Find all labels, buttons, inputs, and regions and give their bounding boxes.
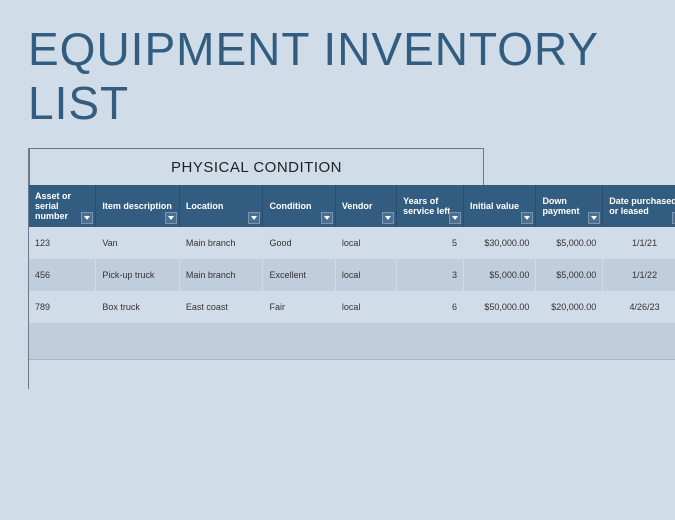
cell-years: 5 bbox=[397, 227, 464, 259]
col-label: Years of service left bbox=[403, 196, 450, 216]
section-header: PHYSICAL CONDITION bbox=[29, 148, 484, 185]
col-header-date: Date purchased or leased bbox=[603, 185, 675, 227]
cell-loc: Main branch bbox=[179, 227, 263, 259]
col-label: Initial value bbox=[470, 201, 519, 211]
col-label: Vendor bbox=[342, 201, 373, 211]
col-label: Down payment bbox=[542, 196, 579, 216]
inventory-table: Asset or serial number Item description Lo… bbox=[29, 185, 675, 389]
col-header-vendor: Vendor bbox=[335, 185, 396, 227]
footer-cell bbox=[29, 359, 675, 389]
page-title: EQUIPMENT INVENTORY LIST bbox=[0, 0, 675, 148]
cell-loc: Main branch bbox=[179, 259, 263, 291]
col-header-down: Down payment bbox=[536, 185, 603, 227]
filter-dropdown-icon[interactable] bbox=[588, 212, 600, 224]
cell-down: $20,000.00 bbox=[536, 291, 603, 323]
cell-years: 6 bbox=[397, 291, 464, 323]
cell-cond: Good bbox=[263, 227, 335, 259]
cell-loc: East coast bbox=[179, 291, 263, 323]
col-label: Date purchased or leased bbox=[609, 196, 675, 216]
col-header-initial: Initial value bbox=[464, 185, 536, 227]
col-label: Condition bbox=[269, 201, 311, 211]
table-row: 123VanMain branchGoodlocal5$30,000.00$5,… bbox=[29, 227, 675, 259]
filter-dropdown-icon[interactable] bbox=[449, 212, 461, 224]
cell-down: $5,000.00 bbox=[536, 259, 603, 291]
col-label: Location bbox=[186, 201, 224, 211]
table-header-row: Asset or serial number Item description Lo… bbox=[29, 185, 675, 227]
filter-dropdown-icon[interactable] bbox=[382, 212, 394, 224]
col-header-cond: Condition bbox=[263, 185, 335, 227]
cell-desc: Pick-up truck bbox=[96, 259, 180, 291]
table-row: 456Pick-up truckMain branchExcellentloca… bbox=[29, 259, 675, 291]
cell-cond: Excellent bbox=[263, 259, 335, 291]
col-header-loc: Location bbox=[179, 185, 263, 227]
filter-dropdown-icon[interactable] bbox=[321, 212, 333, 224]
filter-dropdown-icon[interactable] bbox=[81, 212, 93, 224]
cell-desc: Van bbox=[96, 227, 180, 259]
cell-date: 1/1/21 bbox=[603, 227, 675, 259]
cell-down: $5,000.00 bbox=[536, 227, 603, 259]
filter-dropdown-icon[interactable] bbox=[248, 212, 260, 224]
col-header-years: Years of service left bbox=[397, 185, 464, 227]
col-label: Item description bbox=[102, 201, 172, 211]
table-footer-row bbox=[29, 359, 675, 389]
cell-asset: 789 bbox=[29, 291, 96, 323]
inventory-table-container: PHYSICAL CONDITION Asset or serial numbe… bbox=[28, 148, 675, 389]
cell-vendor: local bbox=[335, 291, 396, 323]
cell-vendor: local bbox=[335, 259, 396, 291]
empty-cell bbox=[29, 323, 675, 359]
table-row: 789Box truckEast coastFairlocal6$50,000.… bbox=[29, 291, 675, 323]
cell-initial: $5,000.00 bbox=[464, 259, 536, 291]
col-label: Asset or serial number bbox=[35, 191, 71, 221]
cell-initial: $30,000.00 bbox=[464, 227, 536, 259]
filter-dropdown-icon[interactable] bbox=[165, 212, 177, 224]
cell-desc: Box truck bbox=[96, 291, 180, 323]
cell-years: 3 bbox=[397, 259, 464, 291]
cell-vendor: local bbox=[335, 227, 396, 259]
table-empty-row bbox=[29, 323, 675, 359]
col-header-desc: Item description bbox=[96, 185, 180, 227]
cell-cond: Fair bbox=[263, 291, 335, 323]
cell-asset: 123 bbox=[29, 227, 96, 259]
filter-dropdown-icon[interactable] bbox=[521, 212, 533, 224]
col-header-asset: Asset or serial number bbox=[29, 185, 96, 227]
cell-initial: $50,000.00 bbox=[464, 291, 536, 323]
cell-asset: 456 bbox=[29, 259, 96, 291]
cell-date: 1/1/22 bbox=[603, 259, 675, 291]
cell-date: 4/26/23 bbox=[603, 291, 675, 323]
